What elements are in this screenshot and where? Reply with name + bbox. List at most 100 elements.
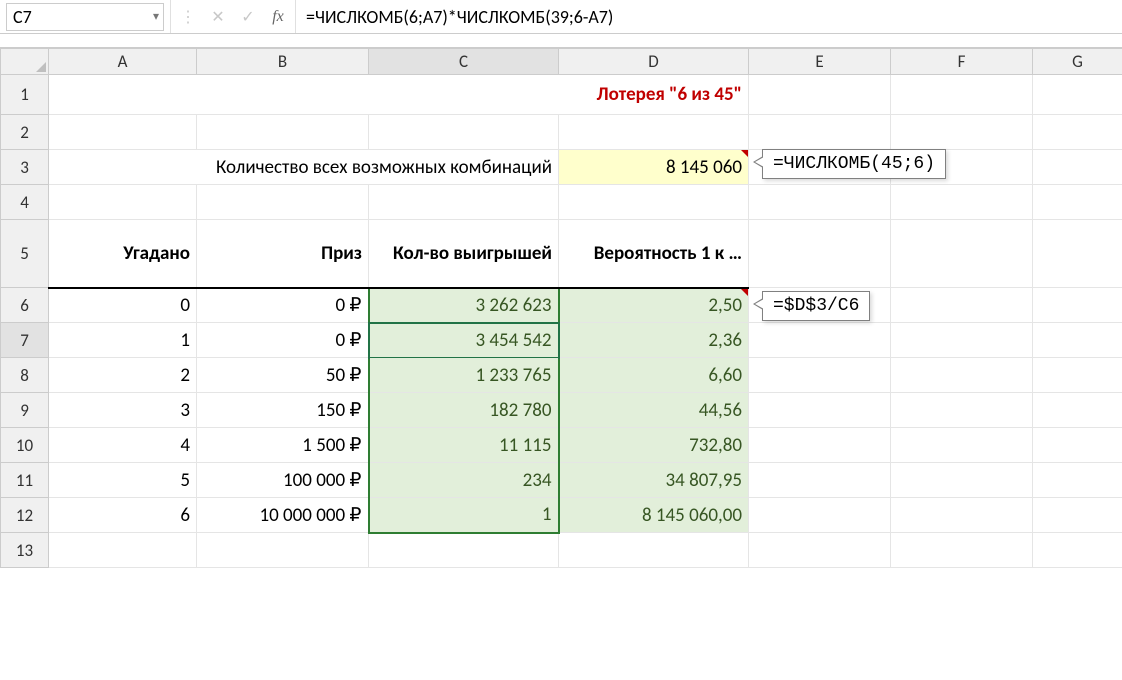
formula-bar-expand-strip[interactable] xyxy=(0,34,1122,48)
col-header-B[interactable]: B xyxy=(197,49,369,75)
row-header-12[interactable]: 12 xyxy=(1,498,49,533)
row-header-7[interactable]: 7 xyxy=(1,323,49,358)
combo-label[interactable]: Количество всех возможных комбинаций xyxy=(49,150,559,185)
cell[interactable]: 2,50 xyxy=(559,288,749,323)
cell[interactable] xyxy=(559,533,749,568)
cell[interactable]: 44,56 xyxy=(559,393,749,428)
cell[interactable]: 3 262 623 xyxy=(369,288,559,323)
cell[interactable] xyxy=(891,288,1033,323)
cell[interactable] xyxy=(1033,220,1122,288)
formula-input[interactable] xyxy=(296,6,1122,28)
cell[interactable] xyxy=(1033,428,1122,463)
select-all-corner[interactable] xyxy=(1,49,49,75)
cell[interactable]: 1 xyxy=(369,498,559,533)
fx-icon[interactable]: fx xyxy=(269,8,287,26)
cell[interactable] xyxy=(749,323,891,358)
cell[interactable] xyxy=(1033,358,1122,393)
cell[interactable]: 2 xyxy=(49,358,197,393)
cell[interactable]: 6 xyxy=(49,498,197,533)
cell[interactable]: 182 780 xyxy=(369,393,559,428)
cell[interactable]: 10 000 000 ₽ xyxy=(197,498,369,533)
cell[interactable] xyxy=(197,115,369,150)
cell[interactable]: 6,60 xyxy=(559,358,749,393)
cell[interactable] xyxy=(891,428,1033,463)
cell[interactable]: 100 000 ₽ xyxy=(197,463,369,498)
cell[interactable]: 0 ₽ xyxy=(197,288,369,323)
cell[interactable] xyxy=(49,185,197,220)
row-header-8[interactable]: 8 xyxy=(1,358,49,393)
cell[interactable]: 1 500 ₽ xyxy=(197,428,369,463)
cell[interactable] xyxy=(749,75,891,115)
row-header-5[interactable]: 5 xyxy=(1,220,49,288)
cell[interactable] xyxy=(749,428,891,463)
cell[interactable]: 11 115 xyxy=(369,428,559,463)
cell[interactable] xyxy=(891,323,1033,358)
header-prize[interactable]: Приз xyxy=(197,220,369,288)
cell[interactable] xyxy=(749,185,891,220)
header-prob[interactable]: Вероятность 1 к … xyxy=(559,220,749,288)
col-header-G[interactable]: G xyxy=(1033,49,1122,75)
row-header-10[interactable]: 10 xyxy=(1,428,49,463)
cell[interactable] xyxy=(891,463,1033,498)
cell[interactable]: 5 xyxy=(49,463,197,498)
cancel-icon[interactable]: ✕ xyxy=(209,7,227,27)
header-guessed[interactable]: Угадано xyxy=(49,220,197,288)
cell[interactable] xyxy=(1033,150,1122,185)
comment-indicator-icon[interactable] xyxy=(741,150,748,157)
row-header-4[interactable]: 4 xyxy=(1,185,49,220)
grid[interactable]: A B C D E F G 1 Лотерея "6 из 45" 2 3 Ко… xyxy=(0,48,1122,568)
row-header-13[interactable]: 13 xyxy=(1,533,49,568)
cell[interactable]: 0 xyxy=(49,288,197,323)
row-header-6[interactable]: 6 xyxy=(1,288,49,323)
cell[interactable] xyxy=(1033,75,1122,115)
cell[interactable] xyxy=(749,115,891,150)
col-header-F[interactable]: F xyxy=(891,49,1033,75)
cell[interactable] xyxy=(559,185,749,220)
cell[interactable]: 150 ₽ xyxy=(197,393,369,428)
cell[interactable] xyxy=(891,185,1033,220)
cell[interactable] xyxy=(1033,115,1122,150)
cell[interactable] xyxy=(369,533,559,568)
combo-value[interactable]: 8 145 060 xyxy=(559,150,749,185)
cell[interactable] xyxy=(197,533,369,568)
cell[interactable] xyxy=(369,185,559,220)
cell[interactable] xyxy=(749,393,891,428)
row-header-1[interactable]: 1 xyxy=(1,75,49,115)
cell[interactable] xyxy=(1033,498,1122,533)
cell[interactable] xyxy=(1033,533,1122,568)
cell[interactable]: 234 xyxy=(369,463,559,498)
cell[interactable]: 50 ₽ xyxy=(197,358,369,393)
cell[interactable] xyxy=(891,358,1033,393)
cell[interactable]: 8 145 060,00 xyxy=(559,498,749,533)
cell[interactable] xyxy=(1033,323,1122,358)
enter-icon[interactable]: ✓ xyxy=(239,7,257,27)
cell[interactable]: 1 233 765 xyxy=(369,358,559,393)
cell[interactable] xyxy=(891,220,1033,288)
cell[interactable] xyxy=(749,463,891,498)
formula-expand-icon[interactable]: ⋮ xyxy=(179,7,197,27)
selected-cell[interactable]: 3 454 542 xyxy=(369,323,559,358)
cell[interactable]: 732,80 xyxy=(559,428,749,463)
cell[interactable]: 34 807,95 xyxy=(559,463,749,498)
col-header-D[interactable]: D xyxy=(559,49,749,75)
col-header-E[interactable]: E xyxy=(749,49,891,75)
cell[interactable] xyxy=(49,533,197,568)
cell[interactable] xyxy=(1033,393,1122,428)
header-wins[interactable]: Кол-во выигрышей xyxy=(369,220,559,288)
cell[interactable] xyxy=(891,498,1033,533)
name-box-dropdown-icon[interactable]: ▾ xyxy=(153,9,159,24)
row-header-9[interactable]: 9 xyxy=(1,393,49,428)
cell[interactable] xyxy=(1033,288,1122,323)
col-header-A[interactable]: A xyxy=(49,49,197,75)
row-header-2[interactable]: 2 xyxy=(1,115,49,150)
cell[interactable] xyxy=(891,115,1033,150)
name-box[interactable]: C7 ▾ xyxy=(6,3,164,31)
cell[interactable]: 1 xyxy=(49,323,197,358)
cell[interactable] xyxy=(749,498,891,533)
cell[interactable] xyxy=(749,220,891,288)
cell[interactable] xyxy=(749,533,891,568)
col-header-C[interactable]: C xyxy=(369,49,559,75)
row-header-3[interactable]: 3 xyxy=(1,150,49,185)
cell[interactable]: 4 xyxy=(49,428,197,463)
cell[interactable] xyxy=(1033,463,1122,498)
